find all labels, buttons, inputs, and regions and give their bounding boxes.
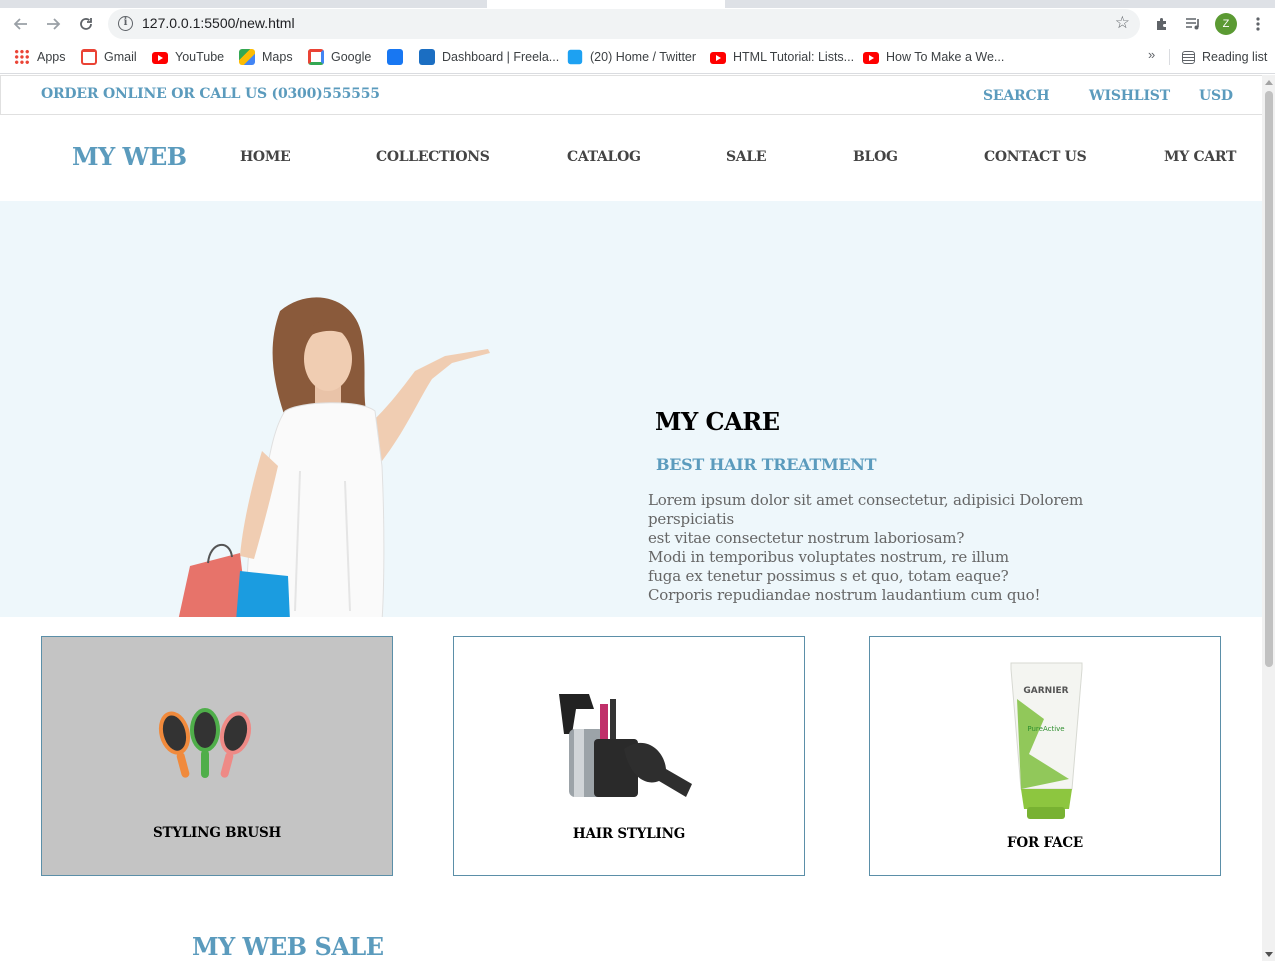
nav-blog[interactable]: BLOG <box>853 149 898 165</box>
reading-list-button[interactable]: Reading list <box>1182 48 1267 66</box>
sale-section-title: MY WEB SALE <box>192 932 384 961</box>
address-url[interactable]: 127.0.0.1:5500/new.html <box>142 15 295 31</box>
category-card-for-face[interactable]: GARNIER PureActive FOR FACE <box>869 636 1221 876</box>
nav-contact-us[interactable]: CONTACT US <box>984 149 1087 165</box>
profile-avatar[interactable]: Z <box>1215 13 1237 35</box>
nav-sale[interactable]: SALE <box>726 149 767 165</box>
reload-icon[interactable] <box>74 12 98 36</box>
hero-text-line: Corporis repudiandae nostrum laudantium … <box>648 586 1041 604</box>
bookmark-apps[interactable]: Apps <box>14 48 66 66</box>
active-tab[interactable] <box>487 0 725 8</box>
hair-brushes-image <box>158 708 252 778</box>
tab-strip <box>0 0 1275 8</box>
reading-list-icon <box>1182 50 1195 64</box>
order-phone-text: ORDER ONLINE OR CALL US (0300)555555 <box>41 86 380 102</box>
bookmarks-divider <box>1169 49 1170 65</box>
bookmarks-bar: Apps Gmail YouTube Maps Google Dashboard… <box>0 40 1275 74</box>
youtube-icon <box>710 52 726 64</box>
hero-text-line: Lorem ipsum dolor sit amet consectetur, … <box>648 491 1083 509</box>
bookmark-how-to-make[interactable]: How To Make a We... <box>863 48 1004 66</box>
wishlist-link[interactable]: WISHLIST <box>1089 88 1170 104</box>
nav-my-cart[interactable]: MY CART <box>1164 149 1236 165</box>
scroll-up-arrow-icon[interactable] <box>1265 80 1273 85</box>
tube-line-text: PureActive <box>1027 725 1064 733</box>
hero-subtitle: BEST HAIR TREATMENT <box>656 455 877 474</box>
freelancer-icon <box>419 49 435 65</box>
category-card-styling-brush[interactable]: STYLING BRUSH <box>41 636 393 876</box>
woman-pointing-image <box>178 297 490 617</box>
nav-home[interactable]: HOME <box>240 149 291 165</box>
category-card-hair-styling[interactable]: HAIR STYLING <box>453 636 805 876</box>
facebook-icon <box>387 49 403 65</box>
extensions-puzzle-icon[interactable] <box>1150 12 1174 36</box>
bookmark-google[interactable]: Google <box>308 48 371 66</box>
hero-description: Lorem ipsum dolor sit amet consectetur, … <box>648 491 1083 605</box>
card-label: STYLING BRUSH <box>152 825 282 841</box>
bookmark-freelancer-dashboard[interactable]: Dashboard | Freela... <box>419 48 559 66</box>
hair-styling-tools-image <box>559 694 692 797</box>
face-wash-tube-image: GARNIER PureActive <box>1010 662 1083 819</box>
card-label: HAIR STYLING <box>572 826 686 842</box>
bookmark-gmail[interactable]: Gmail <box>81 48 137 66</box>
bookmark-maps[interactable]: Maps <box>239 48 293 66</box>
nav-catalog[interactable]: CATALOG <box>567 149 641 165</box>
hero-text-line: est vitae consectetur nostrum laboriosam… <box>648 529 965 547</box>
hero-text-line: Modi in temporibus voluptates nostrum, r… <box>648 548 1009 566</box>
youtube-icon <box>863 52 879 64</box>
hero-text-line: perspiciatis <box>648 510 735 528</box>
bookmark-star-icon[interactable]: ☆ <box>1115 13 1130 33</box>
site-info-icon[interactable]: i <box>118 16 133 31</box>
more-bookmarks-chevron-icon[interactable]: » <box>1148 47 1155 62</box>
search-link[interactable]: SEARCH <box>983 88 1050 104</box>
forward-arrow-icon[interactable] <box>41 12 65 36</box>
maps-icon <box>239 49 255 65</box>
site-logo[interactable]: MY WEB <box>72 142 187 171</box>
scrollbar-thumb[interactable] <box>1265 91 1273 667</box>
hero-banner: MY CARE BEST HAIR TREATMENT Lorem ipsum … <box>0 201 1262 617</box>
bookmark-twitter[interactable]: (20) Home / Twitter <box>567 48 696 66</box>
google-icon <box>308 49 324 65</box>
bookmark-youtube[interactable]: YouTube <box>152 48 224 66</box>
apps-grid-icon <box>14 49 30 65</box>
browser-menu-icon[interactable] <box>1246 12 1270 36</box>
card-label: FOR FACE <box>1007 835 1083 851</box>
page-content: ORDER ONLINE OR CALL US (0300)555555 SEA… <box>0 75 1262 961</box>
browser-toolbar: i 127.0.0.1:5500/new.html ☆ Z <box>0 8 1275 40</box>
address-bar[interactable]: i 127.0.0.1:5500/new.html ☆ <box>108 9 1140 39</box>
media-queue-icon[interactable] <box>1181 12 1205 36</box>
nav-collections[interactable]: COLLECTIONS <box>376 149 490 165</box>
back-arrow-icon[interactable] <box>9 12 33 36</box>
currency-link[interactable]: USD <box>1199 88 1233 104</box>
scroll-down-arrow-icon[interactable] <box>1265 952 1273 957</box>
main-navbar: MY WEB HOME COLLECTIONS CATALOG SALE BLO… <box>0 115 1262 201</box>
bookmark-facebook[interactable] <box>387 48 410 66</box>
page-scrollbar[interactable] <box>1262 75 1275 961</box>
tube-brand-text: GARNIER <box>1023 686 1068 696</box>
twitter-icon <box>567 49 583 65</box>
top-info-bar: ORDER ONLINE OR CALL US (0300)555555 SEA… <box>0 75 1262 115</box>
hero-title: MY CARE <box>655 407 780 436</box>
gmail-icon <box>81 49 97 65</box>
hero-text-line: fuga ex tenetur possimus s et quo, totam… <box>648 567 1009 585</box>
youtube-icon <box>152 52 168 64</box>
bookmark-html-tutorial[interactable]: HTML Tutorial: Lists... <box>710 48 854 66</box>
